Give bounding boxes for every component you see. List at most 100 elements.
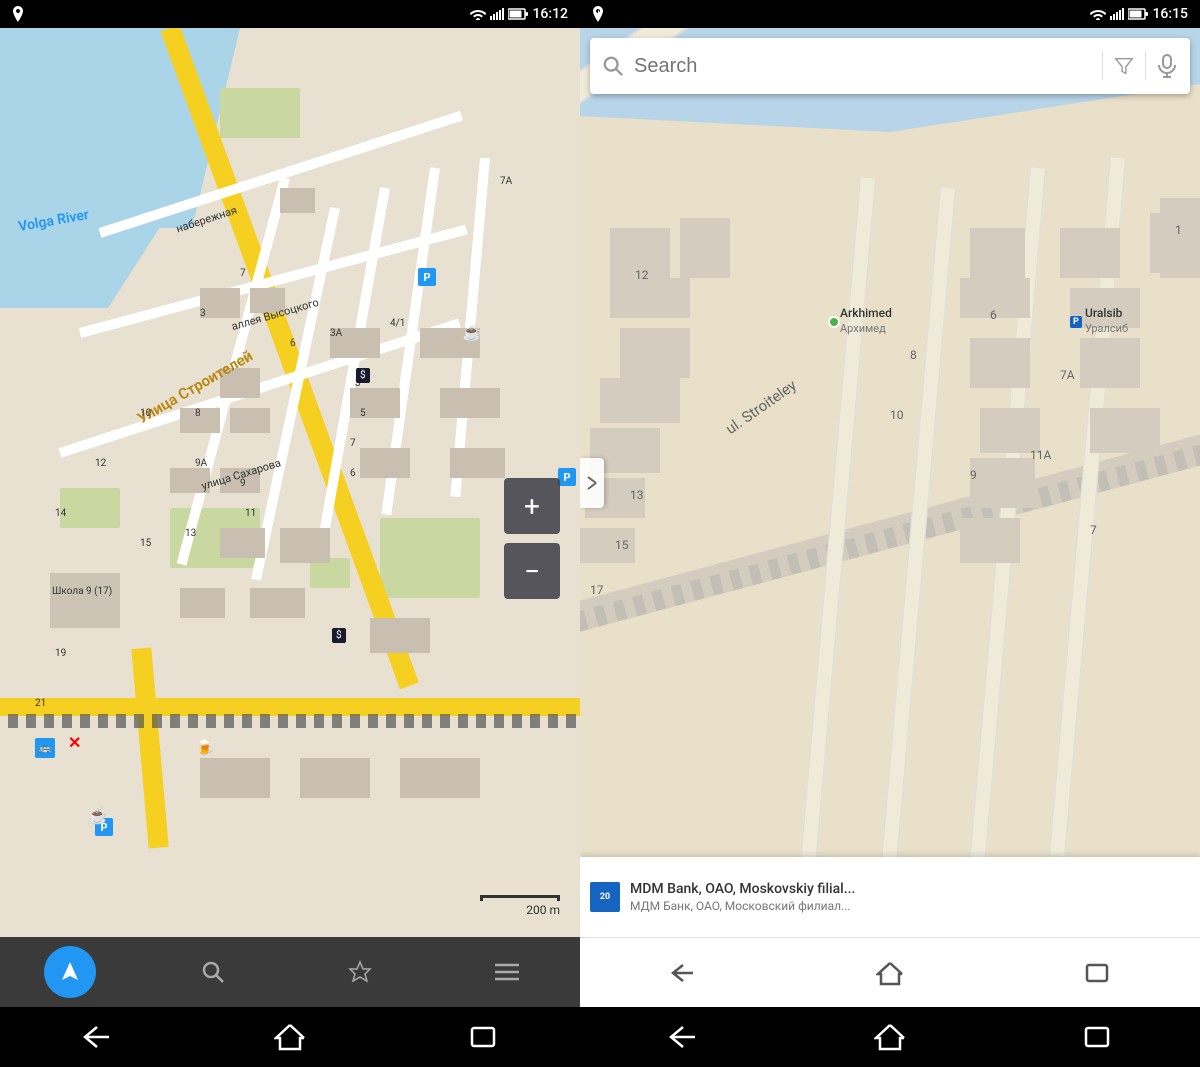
num-7b: 7 [350,438,356,449]
signal-icon-right [1110,8,1124,20]
wifi-icon-right [1090,8,1106,20]
location-icon-right [592,6,604,22]
signal-icon-left [490,8,504,20]
rbuilding-12 [980,408,1040,453]
poi-coffee-1: ☕ [462,323,482,342]
building-13 [450,448,505,478]
mic-icon[interactable] [1156,54,1178,78]
left-home-button[interactable] [274,1022,306,1052]
building-21 [400,758,480,798]
battery-icon-left [508,8,528,20]
home-icon-left [274,1022,306,1052]
nav-search[interactable] [183,942,243,1002]
map-menu-button[interactable] [580,458,604,508]
back-icon-right-nav [667,1023,699,1051]
back-icon-right [669,961,697,985]
arkhimed-marker [828,316,840,328]
poi-bus: 🚌 [35,738,55,758]
right-back-button[interactable] [667,1023,699,1051]
mdm-bank-icon: 20 [590,882,620,912]
left-status-bar: 16:12 [0,0,580,28]
road-dashed [0,714,580,728]
left-map-panel: Volga River набережная аллея Высоцкого У… [0,28,580,1007]
wifi-icon-left [470,8,486,20]
search-divider-2 [1145,52,1146,80]
building-6 [170,468,210,493]
nav-navigation[interactable] [44,946,96,998]
rbuilding-10 [960,278,1030,318]
green-area-2 [60,488,120,528]
navigation-icon [58,960,82,984]
zoom-out-button[interactable]: − [504,543,560,599]
rbuilding-14 [960,518,1020,563]
search-bar[interactable] [590,38,1190,94]
building-19 [200,758,270,798]
school-building [50,573,120,628]
left-map-canvas[interactable]: Volga River набережная аллея Высоцкого У… [0,28,580,937]
building-20 [300,758,370,798]
right-home-button[interactable] [874,1022,906,1052]
right-android-nav [580,1022,1200,1052]
star-icon [348,960,372,984]
right-map-canvas[interactable]: ul. Stroiteley 1 6 8 7А 10 11А 12 9 13 1… [580,28,1200,937]
home-icon-right [876,960,904,986]
rbuilding-2 [680,218,730,278]
uralsib-ru-label: Уралсиб [1085,322,1128,335]
recents-icon-left [467,1023,499,1051]
building-22 [280,188,315,213]
building-7 [220,468,260,493]
rbuilding-9 [970,228,1025,278]
search-input[interactable] [634,55,1092,78]
right-status-bar: 16:15 [580,0,1200,28]
menu-chevron-icon [586,473,598,493]
rbuilding-top-right [1160,198,1200,278]
mdm-bank-card[interactable]: 20 MDM Bank, OAO, Moskovskiy filial... М… [580,857,1200,937]
right-bottom-nav [580,937,1200,1007]
right-nav-home[interactable] [866,950,914,996]
scale-label: 200 m [526,903,560,917]
rbuilding-17 [1080,338,1140,388]
rbuilding-13 [970,458,1035,508]
left-back-button[interactable] [81,1023,113,1051]
left-android-nav [0,1022,580,1052]
num-19: 19 [55,648,66,659]
time-left: 16:12 [532,6,568,22]
search-divider [1102,52,1103,80]
num-7: 7 [240,268,246,279]
num-7a: 7А [500,176,512,187]
nav-favorites[interactable] [330,942,390,1002]
right-nav-recents[interactable] [1073,951,1121,995]
left-bottom-nav [0,937,580,1007]
num-15: 15 [140,538,151,549]
android-nav-bar [0,1007,1200,1067]
left-recents-button[interactable] [467,1023,499,1051]
recents-icon-right [1083,961,1111,985]
poi-coffee-2: ☕ [88,806,108,825]
building-2 [250,288,285,313]
num-4-1: 4/1 [390,318,405,329]
zoom-in-button[interactable]: + [504,478,560,534]
menu-icon [495,963,519,981]
poi-x: ✕ [68,733,81,752]
right-nav-back[interactable] [659,951,707,995]
filter-icon[interactable] [1113,55,1135,77]
num-12: 12 [95,458,106,469]
right-map-panel: ul. Stroiteley 1 6 8 7А 10 11А 12 9 13 1… [580,28,1200,1007]
poi-dollar-1: $ [356,368,370,383]
recents-icon-right-nav [1081,1023,1113,1051]
mdm-bank-name: MDM Bank, OAO, Moskovskiy filial... [630,881,1190,897]
rbuilding-18 [1090,408,1160,453]
parking-1: P [418,268,436,286]
building-8 [330,328,380,358]
building-14 [280,528,330,563]
building-5 [230,408,270,433]
building-1 [200,288,240,318]
building-18 [370,618,430,653]
building-4 [180,408,220,433]
time-right: 16:15 [1152,6,1188,22]
right-recents-button[interactable] [1081,1023,1113,1051]
poi-dollar-2: $ [332,628,346,643]
home-icon-right-nav [874,1022,906,1052]
green-area-1 [220,88,300,138]
nav-menu[interactable] [477,942,537,1002]
